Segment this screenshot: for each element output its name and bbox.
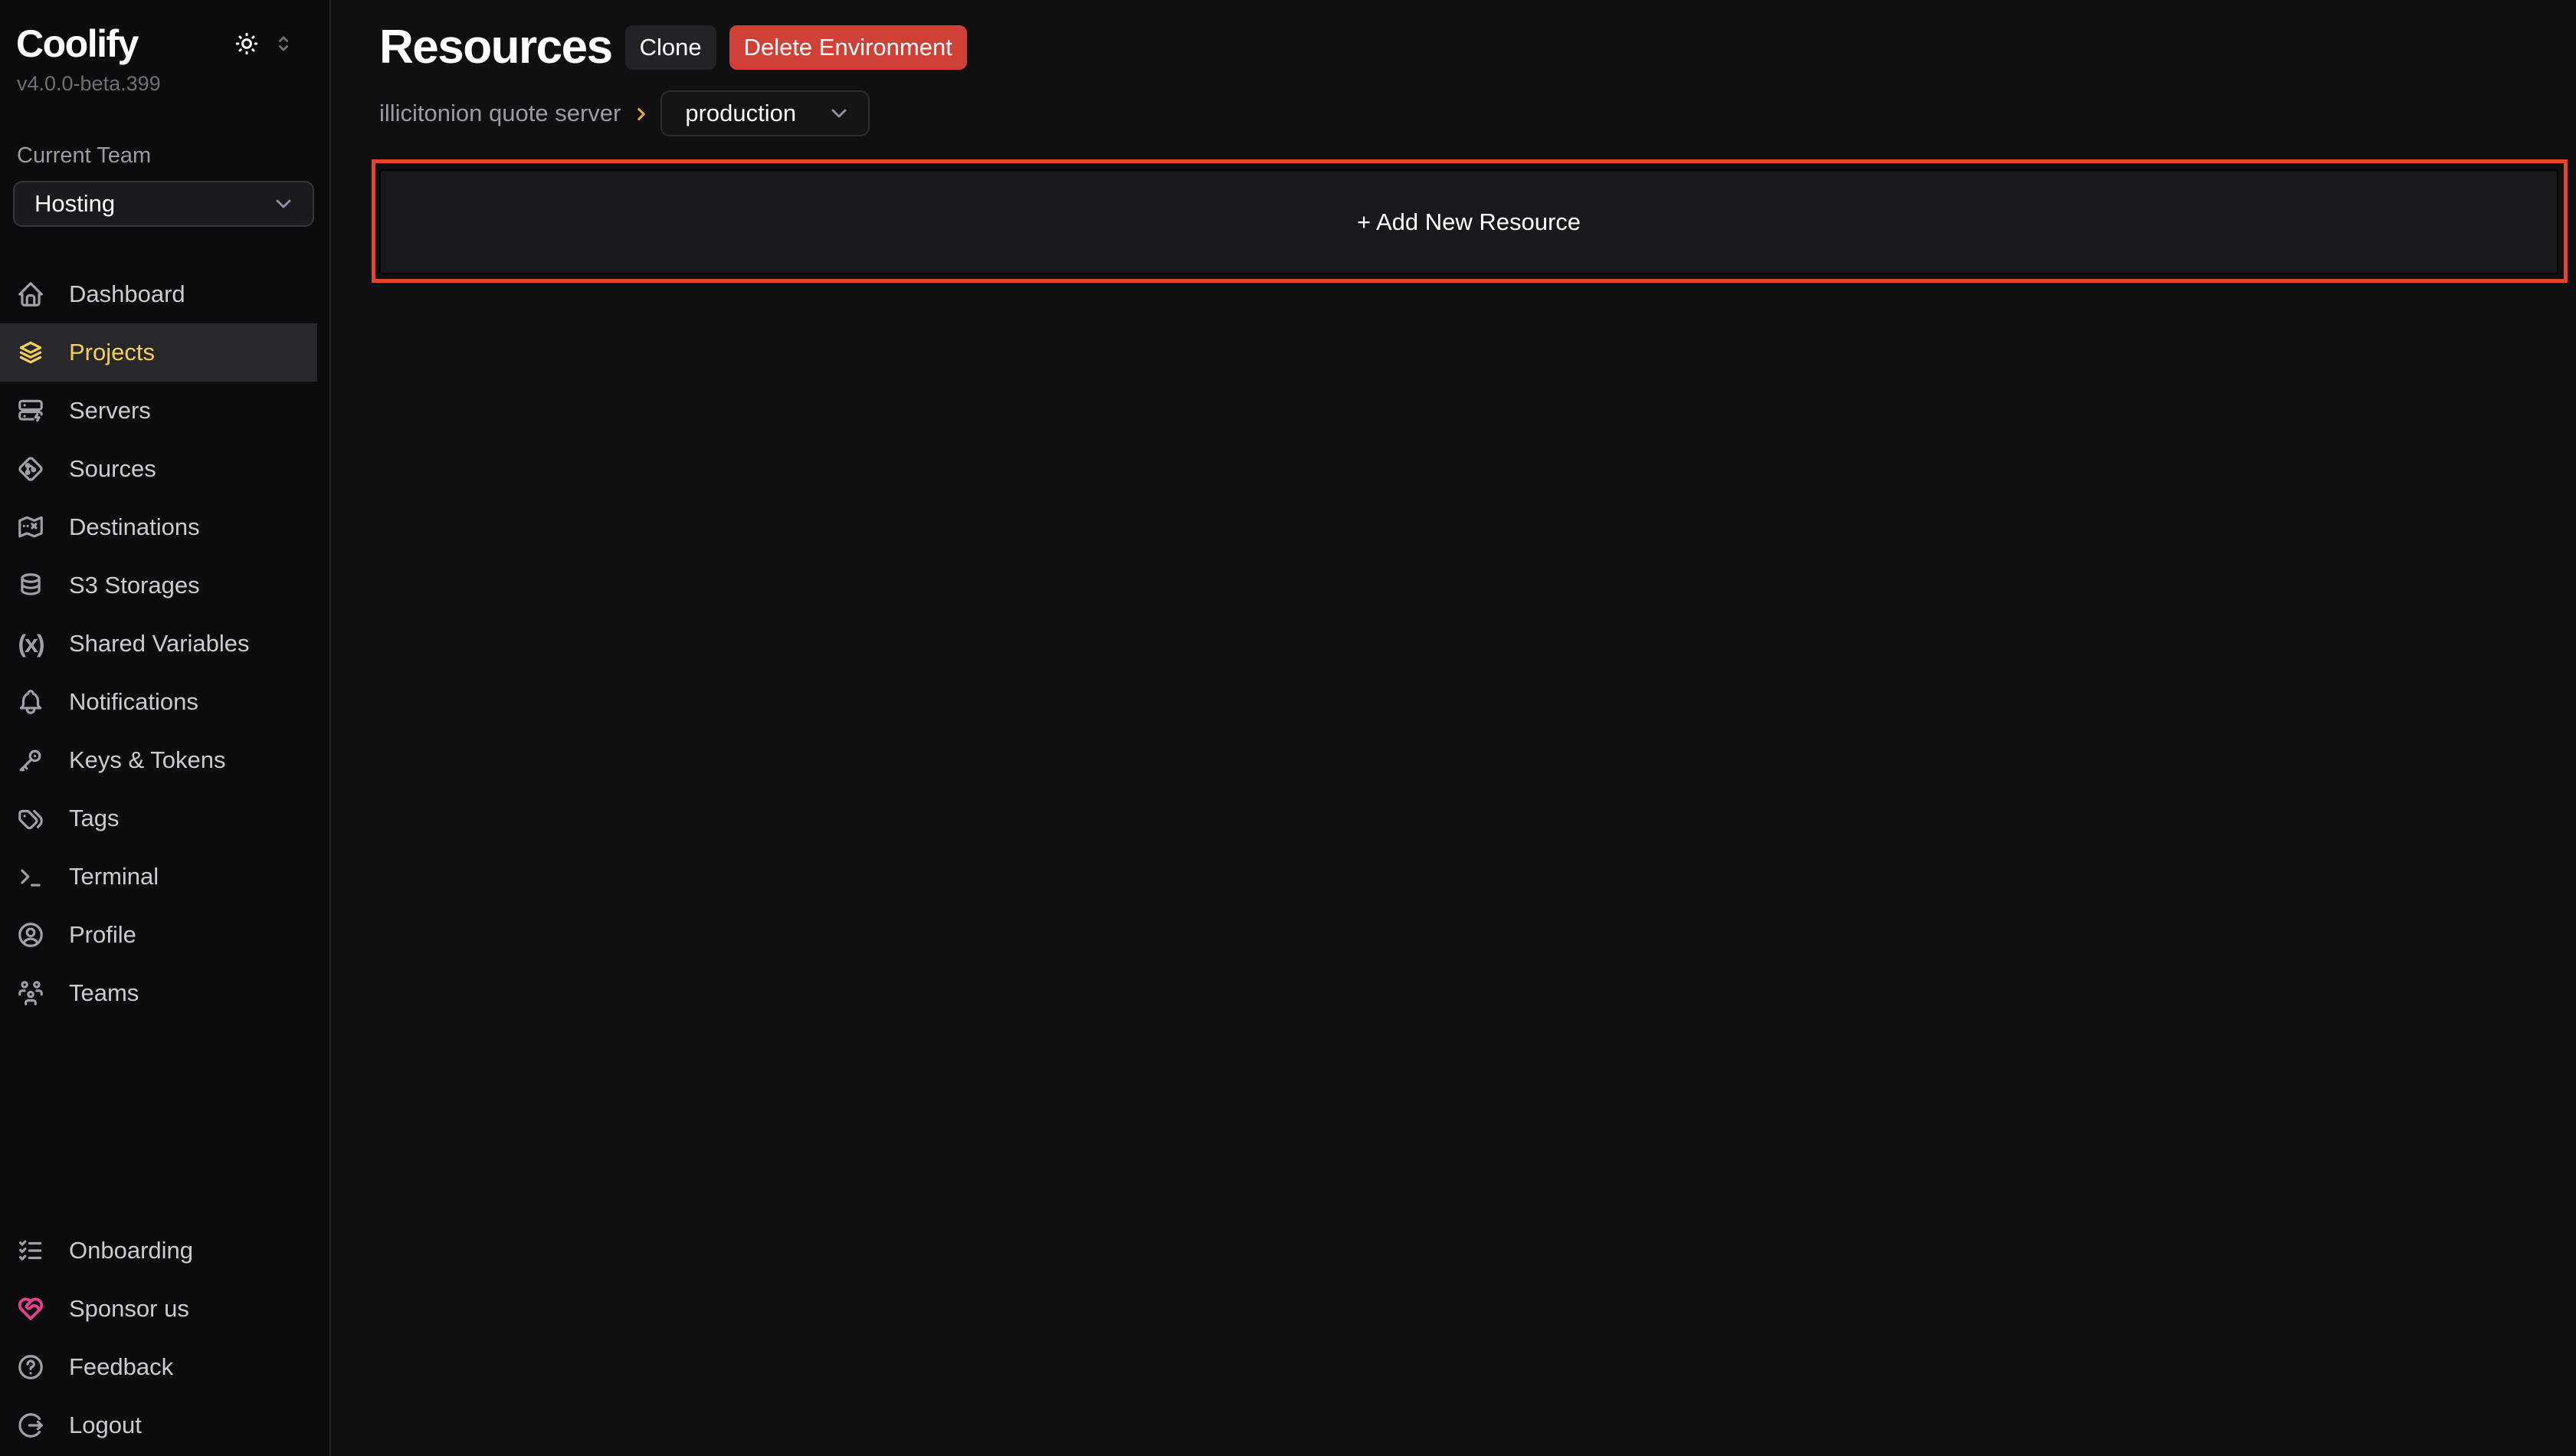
clone-button[interactable]: Clone	[625, 25, 716, 70]
sidebar-item-teams[interactable]: Teams	[0, 964, 317, 1022]
sidebar-item-logout[interactable]: Logout	[0, 1396, 317, 1454]
home-icon	[16, 280, 45, 309]
add-new-resource-box[interactable]: + Add New Resource	[379, 169, 2558, 274]
logout-icon	[16, 1411, 45, 1440]
heart-handshake-icon	[16, 1294, 45, 1323]
sidebar-item-label: Feedback	[69, 1353, 173, 1381]
environment-select[interactable]: production	[660, 90, 870, 136]
sidebar-item-servers[interactable]: Servers	[0, 382, 317, 440]
sidebar-item-label: Logout	[69, 1412, 142, 1439]
sidebar-item-sources[interactable]: Sources	[0, 440, 317, 498]
sidebar-header: Coolify	[0, 0, 329, 66]
sidebar-item-label: Teams	[69, 979, 139, 1007]
variables-icon: (x)	[16, 630, 45, 658]
app-logo: Coolify	[16, 21, 138, 66]
user-circle-icon	[16, 920, 45, 949]
chevron-up-down-icon[interactable]	[273, 33, 294, 54]
sidebar-item-profile[interactable]: Profile	[0, 906, 317, 964]
checklist-icon	[16, 1236, 45, 1265]
sidebar-item-terminal[interactable]: Terminal	[0, 848, 317, 906]
sidebar-item-s3-storages[interactable]: S3 Storages	[0, 556, 317, 615]
sidebar-item-label: Tags	[69, 805, 119, 832]
environment-select-value: production	[685, 100, 796, 127]
sidebar-item-onboarding[interactable]: Onboarding	[0, 1222, 317, 1280]
sidebar-item-keys-tokens[interactable]: Keys & Tokens	[0, 731, 317, 789]
help-circle-icon	[16, 1353, 45, 1382]
delete-environment-button[interactable]: Delete Environment	[729, 25, 967, 70]
map-icon	[16, 513, 45, 542]
chevron-right-icon	[631, 104, 651, 124]
sidebar-item-destinations[interactable]: Destinations	[0, 498, 317, 556]
git-source-icon	[16, 454, 45, 484]
chevron-down-icon	[271, 192, 296, 216]
sidebar-item-label: Shared Variables	[69, 630, 250, 657]
sidebar-item-label: Dashboard	[69, 280, 185, 308]
sidebar-item-label: Sources	[69, 455, 156, 483]
sidebar-item-label: S3 Storages	[69, 572, 200, 599]
sidebar-item-tags[interactable]: Tags	[0, 789, 317, 848]
key-icon	[16, 746, 45, 775]
sidebar-item-notifications[interactable]: Notifications	[0, 673, 317, 731]
current-team-label: Current Team	[0, 143, 329, 169]
sidebar-item-label: Projects	[69, 339, 155, 366]
add-new-resource-label: + Add New Resource	[1357, 208, 1581, 236]
sidebar-nav: Dashboard Projects Servers Sources Desti…	[0, 265, 329, 1022]
sidebar-item-sponsor[interactable]: Sponsor us	[0, 1280, 317, 1338]
sidebar-footer-nav: Onboarding Sponsor us Feedback Logout	[0, 1222, 329, 1456]
page-title: Resources	[379, 23, 612, 72]
page-header: Resources Clone Delete Environment	[333, 0, 2576, 72]
sidebar-item-label: Servers	[69, 397, 151, 425]
sidebar-item-label: Destinations	[69, 513, 200, 541]
sidebar-item-label: Terminal	[69, 863, 159, 890]
team-select-value: Hosting	[34, 190, 115, 218]
team-select[interactable]: Hosting	[13, 181, 314, 227]
sidebar-item-label: Sponsor us	[69, 1295, 189, 1323]
sidebar-item-label: Keys & Tokens	[69, 746, 225, 774]
tags-icon	[16, 804, 45, 833]
server-icon	[16, 396, 45, 425]
app-version: v4.0.0-beta.399	[0, 72, 329, 96]
chevron-down-icon	[827, 101, 851, 126]
sidebar-item-projects[interactable]: Projects	[0, 323, 317, 382]
sun-icon[interactable]	[233, 30, 261, 57]
terminal-icon	[16, 862, 45, 891]
breadcrumb: illicitonion quote server production	[379, 90, 2576, 136]
sidebar: Coolify v4.0.0-beta.399 Current Team Hos…	[0, 0, 331, 1456]
sidebar-item-feedback[interactable]: Feedback	[0, 1338, 317, 1396]
breadcrumb-project-link[interactable]: illicitonion quote server	[379, 100, 621, 127]
bell-icon	[16, 687, 45, 717]
users-group-icon	[16, 979, 45, 1008]
coolify-app: Coolify v4.0.0-beta.399 Current Team Hos…	[0, 0, 2576, 1456]
database-icon	[16, 571, 45, 600]
layers-icon	[16, 338, 45, 367]
sidebar-item-label: Onboarding	[69, 1237, 193, 1264]
sidebar-item-label: Notifications	[69, 688, 198, 716]
sidebar-item-dashboard[interactable]: Dashboard	[0, 265, 317, 323]
sidebar-item-shared-variables[interactable]: (x) Shared Variables	[0, 615, 317, 673]
sidebar-item-label: Profile	[69, 921, 136, 949]
